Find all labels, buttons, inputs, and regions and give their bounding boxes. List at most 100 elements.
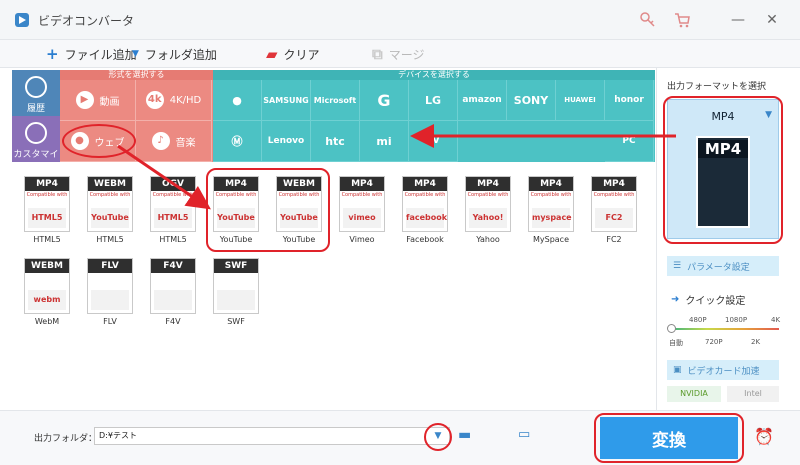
device-tv[interactable]: TV: [409, 121, 458, 162]
grid-item[interactable]: MP4 Compatible with vimeo Vimeo: [333, 170, 391, 250]
merge-icon: ⧉: [372, 45, 383, 63]
device-huawei[interactable]: HUAWEI: [556, 80, 605, 121]
grid-item[interactable]: WEBM webm WebM: [18, 252, 76, 332]
key-icon[interactable]: [638, 10, 658, 30]
grid-item[interactable]: MP4 Compatible with myspace MySpace: [522, 170, 580, 250]
format-thumb: FLV: [87, 258, 133, 314]
format-thumb: OGV Compatible with HTML5: [150, 176, 196, 232]
highlight-web: [62, 124, 136, 158]
device-apple[interactable]: ●: [213, 80, 262, 121]
grid-item[interactable]: MP4 Compatible with Yahoo! Yahoo: [459, 170, 517, 250]
close-button[interactable]: ✕: [762, 10, 782, 30]
device-xiaomi[interactable]: mi: [360, 121, 409, 162]
grid-item[interactable]: WEBM Compatible with YouTube HTML5: [81, 170, 139, 250]
device-lenovo[interactable]: Lenovo: [262, 121, 311, 162]
grid-item[interactable]: MP4 Compatible with FC2 FC2: [585, 170, 643, 250]
grid-item-label: HTML5: [159, 235, 187, 244]
device-header: デバイスを選択する: [213, 70, 655, 80]
speaker-icon: ♪: [151, 132, 170, 150]
thumb-compat-label: Compatible with: [404, 192, 446, 198]
gpu-accel-label: ビデオカード加速: [687, 366, 760, 377]
format-tile-video[interactable]: ▶ 動画: [60, 80, 136, 121]
clear-button[interactable]: ▰ クリア: [266, 44, 320, 64]
device-honor[interactable]: honor: [605, 80, 654, 121]
res-2k: 2K: [751, 338, 761, 346]
format-grid: MP4 Compatible with HTML5 HTML5 WEBM Com…: [12, 162, 655, 410]
nvidia-badge[interactable]: NVIDIA: [667, 386, 721, 402]
thumb-format-label: MP4: [592, 177, 636, 191]
thumb-compat-label: Compatible with: [530, 192, 572, 198]
thumb-brand-label: YouTube: [91, 208, 129, 228]
grid-item-label: SWF: [227, 317, 245, 326]
format-tile-music[interactable]: ♪ 音楽: [136, 121, 212, 162]
output-format-label: 出力フォーマットを選択: [667, 82, 767, 92]
quality-slider-knob[interactable]: [667, 324, 676, 333]
format-thumb: MP4 Compatible with HTML5: [24, 176, 70, 232]
thumb-format-label: MP4: [403, 177, 447, 191]
add-folder-button[interactable]: ▼ フォルダ追加: [132, 44, 217, 64]
highlight-dropdown: [424, 423, 452, 451]
add-file-button[interactable]: + ファイル追加: [46, 44, 137, 64]
grid-item[interactable]: MP4 Compatible with facebook Facebook: [396, 170, 454, 250]
format-thumb: WEBM Compatible with YouTube: [87, 176, 133, 232]
cart-icon[interactable]: [672, 10, 692, 30]
format-header: 形式を選択する: [60, 70, 213, 80]
media-icon[interactable]: ▭: [518, 427, 530, 442]
merge-label: マージ: [388, 47, 425, 62]
add-file-label: ファイル追加: [64, 47, 137, 62]
quick-settings-label: ➜ クイック設定: [671, 292, 745, 307]
chevron-down-icon: ▼: [132, 49, 139, 59]
nav-customize[interactable]: カスタマイズ: [12, 116, 60, 173]
device-lg[interactable]: LG: [409, 80, 458, 121]
device-sony[interactable]: SONY: [507, 80, 556, 121]
alarm-clock-icon[interactable]: ⏰: [754, 427, 774, 446]
motorola-icon: Ⓜ: [231, 135, 243, 148]
intel-badge[interactable]: Intel: [727, 386, 779, 402]
clear-label: クリア: [283, 47, 320, 62]
param-settings-button[interactable]: ☰ パラメータ設定: [667, 256, 779, 276]
output-folder-label: 出力フォルダ：: [34, 434, 98, 444]
grid-item[interactable]: OGV Compatible with HTML5 HTML5: [144, 170, 202, 250]
thumb-brand-label: vimeo: [343, 208, 381, 228]
grid-item[interactable]: FLV FLV: [81, 252, 139, 332]
output-folder-input[interactable]: D:¥テスト: [94, 427, 450, 445]
thumb-format-label: MP4: [529, 177, 573, 191]
highlight-output: [663, 96, 783, 244]
thumb-compat-label: Compatible with: [89, 192, 131, 198]
gpu-accel-button[interactable]: ▣ ビデオカード加速: [667, 360, 779, 380]
grid-item[interactable]: SWF SWF: [207, 252, 265, 332]
nav-history[interactable]: 履歴: [12, 70, 60, 116]
thumb-compat-label: Compatible with: [152, 192, 194, 198]
device-motorola[interactable]: Ⓜ: [213, 121, 262, 162]
device-google[interactable]: G: [360, 80, 409, 121]
grid-item-label: HTML5: [96, 235, 124, 244]
app-logo-icon: [15, 13, 29, 27]
format-tile-4k[interactable]: 4k 4K/HD: [136, 80, 212, 121]
plus-icon: +: [46, 45, 59, 63]
device-htc[interactable]: htc: [311, 121, 360, 162]
device-amazon[interactable]: amazon: [458, 80, 507, 121]
sliders-icon: ☰: [673, 261, 682, 271]
grid-item[interactable]: MP4 Compatible with HTML5 HTML5: [18, 170, 76, 250]
grid-item-label: FLV: [103, 317, 117, 326]
device-microsoft[interactable]: Microsoft: [311, 80, 360, 121]
minimize-button[interactable]: —: [728, 10, 748, 30]
thumb-compat-label: Compatible with: [26, 192, 68, 198]
device-pc[interactable]: PC: [605, 121, 654, 162]
grid-item[interactable]: F4V F4V: [144, 252, 202, 332]
highlight-youtube: [206, 168, 330, 252]
format-thumb: SWF: [213, 258, 259, 314]
thumb-compat-label: Compatible with: [341, 192, 383, 198]
thumb-format-label: WEBM: [88, 177, 132, 191]
folder-icon[interactable]: ▬: [458, 427, 471, 443]
res-4k: 4K: [771, 316, 781, 324]
chip-icon: ▣: [673, 365, 682, 375]
grid-item-label: WebM: [34, 317, 60, 326]
add-folder-label: フォルダ追加: [144, 47, 217, 62]
merge-button[interactable]: ⧉ マージ: [372, 44, 424, 64]
thumb-format-label: MP4: [340, 177, 384, 191]
quality-slider[interactable]: [671, 328, 779, 330]
format-thumb: MP4 Compatible with Yahoo!: [465, 176, 511, 232]
device-samsung[interactable]: SAMSUNG: [262, 80, 311, 121]
nav-history-label: 履歴: [26, 104, 45, 114]
